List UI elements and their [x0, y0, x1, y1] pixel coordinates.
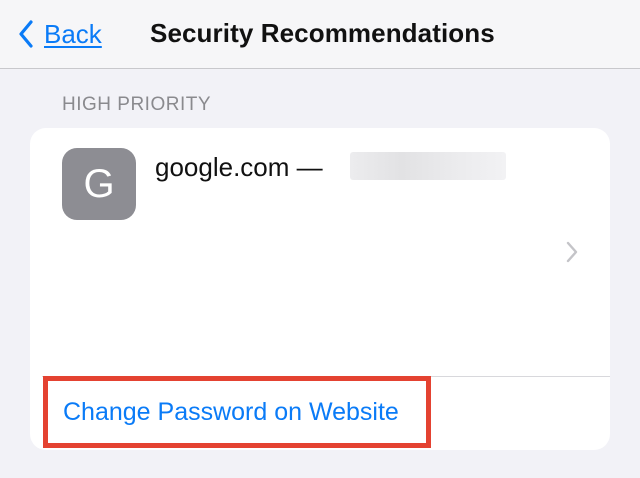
back-button[interactable]: Back	[18, 16, 102, 52]
site-initial: G	[83, 161, 115, 206]
site-avatar-icon: G	[62, 148, 136, 220]
section-header-high-priority: HIGH PRIORITY	[62, 94, 212, 115]
redacted-username	[350, 152, 506, 180]
site-row-google[interactable]: G google.com —	[30, 128, 610, 376]
page-title: Security Recommendations	[150, 18, 495, 48]
site-label: google.com —	[155, 152, 323, 182]
navigation-bar: Back Security Recommendations	[0, 0, 640, 69]
chevron-right-icon	[566, 241, 578, 263]
recommendation-card: G google.com — Change Password on Websit…	[30, 128, 610, 450]
row-divider	[42, 376, 610, 377]
chevron-left-icon	[19, 20, 33, 48]
back-label[interactable]: Back	[44, 19, 102, 50]
change-password-button[interactable]: Change Password on Website	[63, 398, 399, 427]
